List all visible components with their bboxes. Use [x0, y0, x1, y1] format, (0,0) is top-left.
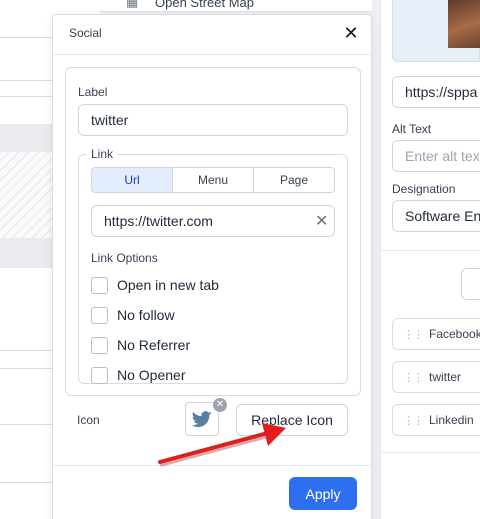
social-item-label: Facebook	[429, 327, 480, 341]
twitter-bird-icon	[192, 410, 212, 427]
panel-divider	[381, 250, 480, 251]
url-input[interactable]	[91, 205, 335, 237]
checkbox[interactable]	[91, 276, 108, 294]
option-no-referrer[interactable]: No Referrer	[91, 335, 190, 355]
option-label: No Opener	[117, 367, 186, 383]
label-field-label: Label	[78, 85, 108, 99]
checkbox[interactable]	[91, 306, 108, 324]
option-no-opener[interactable]: No Opener	[91, 365, 185, 385]
drag-handle-icon[interactable]: ⋮⋮	[403, 329, 424, 341]
clear-url-icon[interactable]: ✕	[315, 211, 328, 231]
replace-icon-button[interactable]: Replace Icon	[236, 404, 348, 436]
link-options-label: Link Options	[91, 251, 158, 265]
social-item-linkedin[interactable]: ⋮⋮ Linkedin	[392, 404, 480, 436]
label-input[interactable]	[78, 104, 348, 136]
social-popover: Social ✕ Label Link Url Menu Page ✕ Link…	[52, 14, 372, 519]
map-block-item[interactable]: Open Street Map	[155, 0, 254, 10]
social-item-twitter[interactable]: ⋮⋮ twitter	[392, 361, 480, 393]
social-item-facebook[interactable]: ⋮⋮ Facebook	[392, 318, 480, 350]
link-fieldset: Link Url Menu Page ✕ Link Options Open i…	[78, 147, 348, 385]
icon-field-label: Icon	[77, 413, 100, 427]
option-open-new-tab[interactable]: Open in new tab	[91, 275, 219, 295]
image-url-field[interactable]: https://sppa	[392, 76, 480, 108]
tab-url[interactable]: Url	[92, 168, 173, 192]
tab-page[interactable]: Page	[254, 168, 334, 192]
alt-text-label: Alt Text	[392, 122, 432, 136]
apply-button[interactable]: Apply	[289, 477, 357, 510]
profile-photo	[448, 0, 480, 48]
designation-label: Designation	[392, 182, 456, 196]
option-label: No follow	[117, 307, 175, 323]
footer-divider	[53, 465, 371, 466]
tab-menu[interactable]: Menu	[173, 168, 254, 192]
drag-handle-icon[interactable]: ⋮⋮	[403, 415, 424, 427]
designation-field[interactable]: Software Eng	[392, 200, 480, 232]
option-no-follow[interactable]: No follow	[91, 305, 175, 325]
link-type-tabs: Url Menu Page	[91, 167, 335, 193]
option-label: Open in new tab	[117, 277, 219, 293]
alt-text-field[interactable]: Enter alt tex	[392, 140, 480, 172]
map-icon: ▦	[126, 0, 139, 9]
popover-title: Social	[69, 26, 102, 40]
add-social-button[interactable]	[461, 268, 480, 300]
close-icon[interactable]: ✕	[341, 23, 361, 43]
social-form: Label Link Url Menu Page ✕ Link Options …	[65, 67, 361, 396]
link-legend: Link	[87, 147, 118, 161]
drag-handle-icon[interactable]: ⋮⋮	[403, 372, 424, 384]
panel-divider	[381, 452, 480, 453]
social-item-label: twitter	[429, 370, 462, 384]
social-item-label: Linkedin	[429, 413, 474, 427]
option-label: No Referrer	[117, 337, 191, 353]
remove-icon-button[interactable]: ✕	[213, 398, 227, 412]
checkbox[interactable]	[91, 366, 108, 384]
popover-header: Social ✕	[53, 15, 371, 55]
checkbox[interactable]	[91, 336, 108, 354]
